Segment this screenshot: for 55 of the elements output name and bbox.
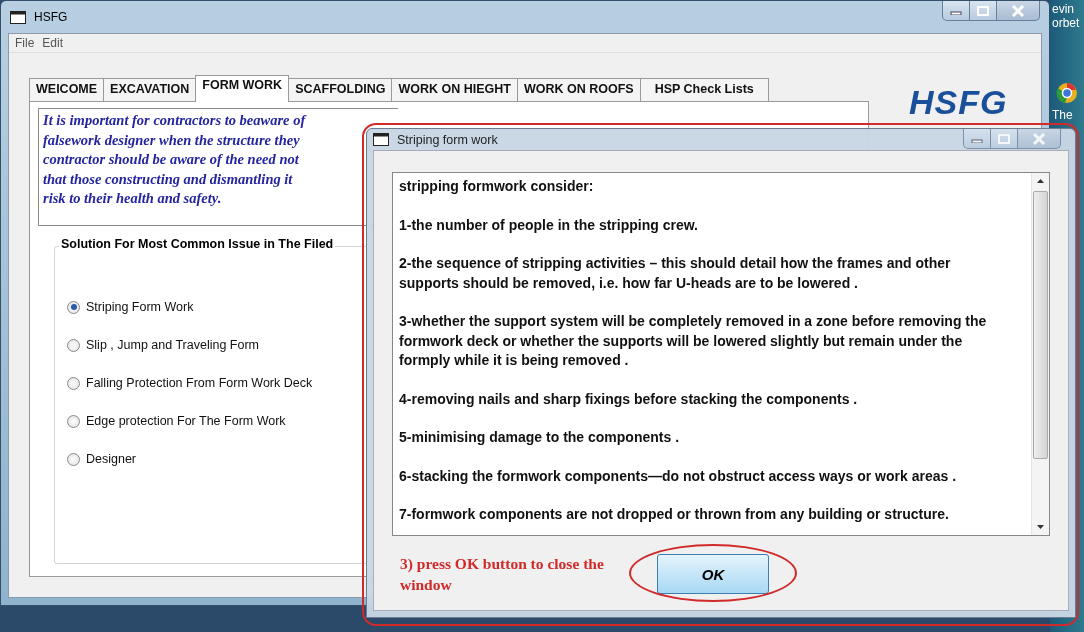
desktop-icon-label: orbet	[1052, 16, 1081, 30]
maximize-button[interactable]	[969, 1, 997, 21]
tab[interactable]: WEICOME	[29, 78, 105, 101]
tab[interactable]: HSP Check Lists	[639, 78, 769, 101]
annotation-note: 3) press OK button to close the window	[400, 554, 605, 595]
radio-button[interactable]	[67, 376, 80, 390]
radio-label[interactable]: Slip , Jump and Traveling Form	[86, 338, 259, 352]
radio-button[interactable]	[67, 300, 80, 314]
close-icon	[1011, 4, 1025, 17]
radio-label[interactable]: Falling Protection From Form Work Deck	[86, 376, 313, 390]
tab[interactable]: SCAFFOLDING	[288, 78, 393, 101]
window-title: HSFG	[34, 10, 69, 24]
radio-button[interactable]	[67, 414, 80, 428]
app-logo: HSFG	[909, 83, 1008, 123]
maximize-icon	[998, 133, 1010, 144]
dialog-title: Striping form work	[397, 132, 499, 147]
description-text: falsework designer when the structure they	[43, 130, 300, 150]
menu-item[interactable]: File	[13, 36, 37, 50]
ok-button[interactable]: OK	[657, 554, 769, 594]
checklist-item: 1-the number of people in the stripping crew.	[399, 215, 699, 235]
checklist-item: 6-stacking the formwork components—do not obstruct access ways or work areas .	[399, 466, 958, 486]
radio-button[interactable]	[67, 338, 80, 352]
maximize-icon	[977, 5, 989, 16]
description-text: contractor should be aware of the need not	[43, 150, 299, 169]
tab[interactable]: WORK ON ROOFS	[516, 78, 641, 101]
menu-item[interactable]: Edit	[40, 36, 66, 50]
dialog-heading: stripping formwork consider:	[399, 177, 595, 196]
desktop-icon-label: evin	[1052, 2, 1075, 16]
close-icon	[1032, 132, 1046, 145]
tab[interactable]: EXCAVATION	[103, 78, 197, 101]
description-text: It is important for contractors to beaware of	[43, 111, 306, 130]
radio-label[interactable]: Designer	[86, 452, 137, 466]
radio-label[interactable]: Striping Form Work	[86, 300, 194, 314]
minimize-button[interactable]	[963, 129, 991, 149]
close-button[interactable]	[1017, 129, 1061, 149]
close-button[interactable]	[996, 1, 1040, 21]
desktop-icon-label: The	[1052, 108, 1074, 122]
description-text: that those constructing and dismantling it	[43, 169, 293, 189]
browser-icon[interactable]	[1056, 82, 1078, 104]
maximize-button[interactable]	[990, 129, 1018, 149]
minimize-button[interactable]	[942, 1, 970, 21]
text-area[interactable]	[392, 172, 1050, 536]
group-title: Solution For Most Common Issue in The Filed	[59, 237, 336, 251]
window-icon	[10, 10, 26, 24]
radio-label[interactable]: Edge protection For The Form Work	[86, 414, 286, 428]
tab[interactable]: FORM WORK	[195, 75, 290, 102]
window-icon	[373, 133, 389, 146]
tab[interactable]: WORK ON HIEGHT	[391, 78, 518, 101]
checklist-item: 4-removing nails and sharp fixings before stacking the components .	[399, 389, 859, 409]
checklist-item: 2-the sequence of stripping activities – this should detail how the frames and other supports should be removed, i.e. how far U-heads are to be lowered .	[399, 254, 952, 293]
description-text: risk to their health and safety.	[43, 189, 222, 208]
radio-button[interactable]	[67, 452, 80, 466]
checklist-item: 5-minimising damage to the components .	[399, 428, 681, 447]
checklist-item: 7-formwork components are not dropped or thrown from any building or structure.	[399, 505, 950, 524]
checklist-item: 3-whether the support system will be completely removed in a zone before removing the formwork deck or whether the supports will be lowered slightly but remain under the formply while it is being removed .	[399, 312, 988, 370]
